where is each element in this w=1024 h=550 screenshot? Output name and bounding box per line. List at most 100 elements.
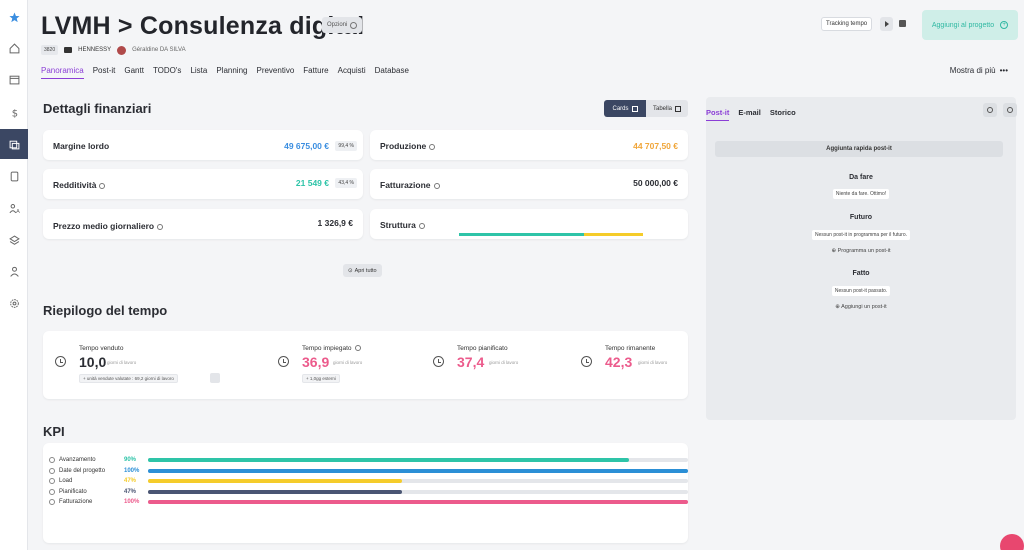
tab-acquisti[interactable]: Acquisti	[338, 66, 366, 79]
kpi-track	[148, 500, 688, 504]
add-postit-link[interactable]: ⊕ Aggiungi un post-it	[706, 304, 1016, 310]
billing-value: 50 000,00 €	[633, 178, 678, 188]
calendar-icon[interactable]	[0, 64, 28, 94]
info-icon	[49, 478, 55, 484]
open-all-button[interactable]: ⊙ Apri tutto	[343, 264, 382, 277]
settings-icon[interactable]	[0, 288, 28, 318]
tab-preventivo[interactable]: Preventivo	[256, 66, 294, 79]
tab-lista[interactable]: Lista	[190, 66, 207, 79]
add-to-project-button[interactable]: Aggiungi al progetto +	[922, 10, 1018, 40]
kpi-fill	[148, 489, 402, 494]
kpi-pct: 100%	[124, 467, 140, 474]
tab-history[interactable]: Storico	[770, 108, 796, 121]
cards-view-button[interactable]: Cards	[604, 100, 646, 117]
show-more-button[interactable]: Mostra di più •••	[950, 66, 1008, 75]
kpi-row: Date del progetto 100%	[47, 467, 688, 478]
users-icon[interactable]: A	[0, 193, 28, 223]
tab-fatture[interactable]: Fatture	[303, 66, 328, 79]
add-postit-icon[interactable]	[983, 103, 997, 117]
profitability-value: 21 549 €	[295, 178, 329, 188]
kpi-pct: 47%	[124, 478, 137, 484]
chat-icon[interactable]	[1000, 534, 1024, 550]
play-icon	[884, 21, 889, 27]
table-label: Tabella	[652, 105, 672, 112]
layers-icon[interactable]	[0, 225, 28, 255]
tracking-time-button[interactable]: Tracking tempo	[821, 17, 873, 31]
tab-panoramica[interactable]: Panoramica	[41, 66, 84, 79]
star-icon[interactable]	[0, 2, 28, 32]
production-value: 44 707,50 €	[633, 141, 678, 151]
tab-gantt[interactable]: Gantt	[124, 66, 144, 79]
quick-add-postit-button[interactable]: Aggiunta rapida post-it	[715, 141, 1003, 157]
grid-icon	[631, 105, 638, 112]
tab-email[interactable]: E-mail	[738, 108, 761, 121]
time-spent-label-text: Tempo impiegato	[302, 345, 352, 352]
kpi-track	[148, 489, 688, 494]
info-icon	[429, 143, 436, 150]
tab-database[interactable]: Database	[375, 66, 409, 79]
table-view-button[interactable]: Tabella	[646, 100, 688, 117]
kpi-row: Avanzamento 90%	[47, 457, 688, 467]
kpi-pct: 90%	[124, 457, 137, 463]
briefcase-icon	[64, 47, 73, 53]
avatar	[117, 45, 127, 55]
kpi-fill	[148, 458, 629, 462]
person-icon[interactable]	[0, 256, 28, 286]
tab-todos[interactable]: TODO's	[153, 66, 182, 79]
project-tabs: Panoramica Post-it Gantt TODO's Lista Pl…	[41, 66, 409, 79]
info-icon	[49, 488, 55, 495]
add-to-project-label: Aggiungi al progetto	[931, 21, 995, 29]
time-spent-unit: giorni di lavoro	[333, 360, 363, 365]
margin-card[interactable]: Margine lordo 49 675,00 € 99,4 %	[43, 130, 363, 160]
plus-circle-icon	[987, 107, 993, 113]
kpi-track	[148, 458, 688, 462]
done-note: Nessun post-it passato.	[706, 286, 1016, 296]
production-label-text: Produzione	[380, 141, 427, 151]
schedule-postit-link[interactable]: ⊕ Programma un post-it	[706, 248, 1016, 254]
options-button[interactable]: Opzioni	[322, 17, 363, 33]
daily-rate-card[interactable]: Prezzo medio giornaliero 1 326,9 €	[43, 209, 363, 239]
kpi-row: Load 47%	[47, 478, 688, 488]
table-icon	[675, 105, 681, 112]
structure-label: Struttura	[380, 220, 425, 230]
page-header: LVMH > Consulenza digital Opzioni 3820 H…	[28, 0, 1024, 80]
profitability-card[interactable]: Redditività 21 549 € 43,4 %	[43, 169, 363, 199]
projects-icon[interactable]	[0, 129, 28, 159]
future-note: Nessun post-it in programma per il futur…	[706, 230, 1016, 240]
kpi-fill	[148, 479, 402, 483]
structure-card[interactable]: Struttura	[370, 209, 688, 239]
done-heading: Fatto	[852, 270, 870, 277]
dollar-icon[interactable]: $	[0, 97, 28, 127]
search-icon[interactable]	[1003, 103, 1017, 117]
tab-planning[interactable]: Planning	[216, 66, 247, 79]
profitability-label-text: Redditività	[53, 180, 97, 190]
gear-icon[interactable]	[210, 373, 220, 383]
future-note-text: Nessun post-it in programma per il futur…	[812, 230, 910, 240]
main-content: Dettagli finanziari Cards Tabella Margin…	[28, 88, 700, 550]
info-icon	[99, 182, 106, 189]
info-icon	[354, 345, 361, 352]
daily-rate-value: 1 326,9 €	[317, 218, 353, 228]
client-name[interactable]: HENNESSY	[78, 47, 111, 53]
kpi-title: KPI	[43, 424, 65, 439]
save-icon[interactable]	[899, 20, 906, 27]
tab-post-it[interactable]: Post-it	[93, 66, 116, 79]
production-card[interactable]: Produzione 44 707,50 €	[370, 130, 688, 160]
play-button[interactable]	[880, 17, 893, 31]
kpi-row: Pianificato 47%	[47, 488, 688, 499]
magnifier-icon	[1007, 107, 1013, 113]
time-remaining-label: Tempo rimanente	[605, 345, 656, 352]
document-icon[interactable]	[0, 161, 28, 191]
show-more-label: Mostra di più	[949, 66, 996, 75]
billing-card[interactable]: Fatturazione 50 000,00 €	[370, 169, 688, 199]
home-icon[interactable]	[0, 33, 28, 63]
todo-note: Niente da fare. Ottimo!	[706, 189, 1016, 199]
info-icon	[49, 457, 55, 463]
time-sold-value: 10,0	[79, 354, 107, 370]
todo-note-text: Niente da fare. Ottimo!	[832, 189, 890, 199]
done-note-text: Nessun post-it passato.	[831, 286, 891, 296]
time-sold-sub: + unità vendute valutate : 69,2 giorni d…	[79, 374, 178, 383]
owner-name[interactable]: Géraldine DA SILVA	[132, 47, 185, 53]
tab-postit[interactable]: Post-it	[706, 108, 730, 121]
future-heading: Futuro	[849, 214, 873, 221]
